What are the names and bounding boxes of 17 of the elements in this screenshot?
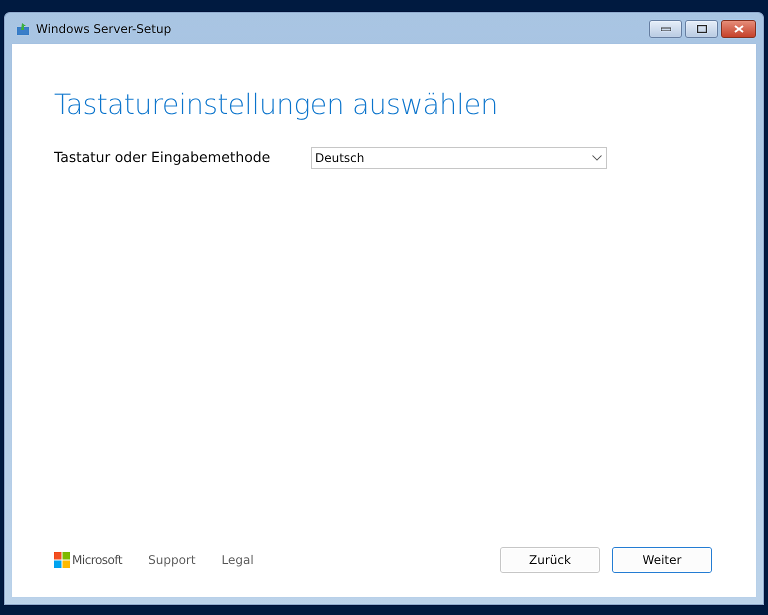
close-button[interactable] — [721, 20, 756, 38]
keyboard-label: Tastatur oder Eingabemethode — [54, 150, 272, 166]
minimize-button[interactable] — [649, 20, 682, 38]
maximize-icon — [696, 25, 706, 33]
window-title: Windows Server-Setup — [36, 22, 172, 36]
chevron-down-icon — [592, 155, 602, 161]
minimize-icon — [660, 27, 670, 31]
maximize-button[interactable] — [685, 20, 718, 38]
keyboard-dropdown[interactable]: Deutsch — [311, 147, 607, 169]
setup-icon — [16, 22, 30, 36]
next-button[interactable]: Weiter — [612, 547, 712, 573]
close-icon — [734, 25, 744, 33]
footer-link[interactable]: Legal — [222, 553, 254, 567]
microsoft-logo: Microsoft — [54, 552, 122, 568]
back-button[interactable]: Zurück — [500, 547, 600, 573]
page-heading: Tastatureinstellungen auswählen — [54, 88, 499, 121]
footer-link[interactable]: Support — [148, 553, 196, 567]
